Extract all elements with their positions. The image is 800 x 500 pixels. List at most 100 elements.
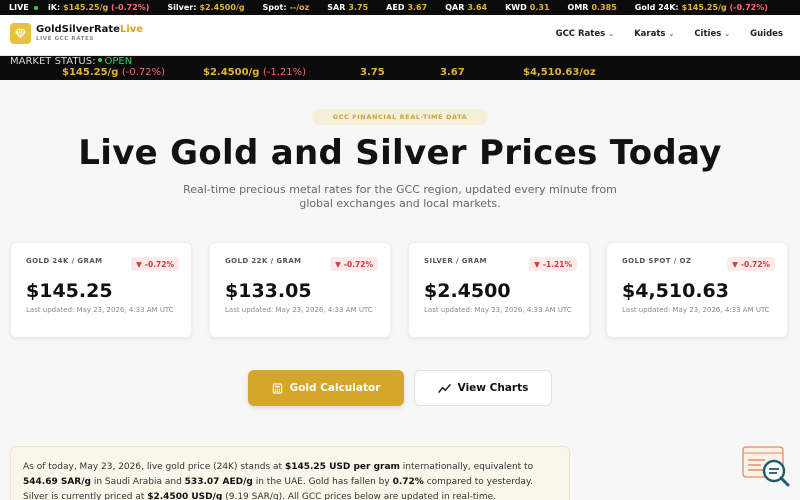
market-aed: 3.67 xyxy=(440,67,465,78)
nav-item-karats[interactable]: Karats ⌄ xyxy=(634,29,674,39)
price-change-value: -0.72% xyxy=(740,259,770,269)
ticker-item: QAR 3.64 xyxy=(445,3,487,12)
ticker-item: Spot: --/oz xyxy=(263,3,310,12)
ticker-item: OMR 0.385 xyxy=(568,3,617,12)
summary-bold-2: 544.69 SAR/g xyxy=(23,477,91,487)
market-silver-change: (-1.21%) xyxy=(262,67,307,78)
market-status: MARKET STATUS: OPEN xyxy=(10,56,132,67)
summary-text-3: in Saudi Arabia and xyxy=(90,477,185,487)
trend-line-icon xyxy=(437,383,451,393)
market-gold-value: $145.25/g xyxy=(62,67,119,78)
ticker-item-change: (-0.72%) xyxy=(111,3,150,12)
market-gold-change: (-0.72%) xyxy=(121,67,166,78)
market-spot: $4,510.63/oz xyxy=(523,67,596,78)
gold-calculator-button[interactable]: Gold Calculator xyxy=(248,370,404,406)
price-card: GOLD 24K / GRAM ▼ -0.72% $145.25 Last update… xyxy=(10,242,192,338)
nav-item-label: Cities xyxy=(694,29,722,39)
price-change-badge: ▼ -1.21% xyxy=(529,257,577,271)
ticker-item-value: $145.25/g xyxy=(63,3,109,12)
ticker-item-value: $2.4500/g xyxy=(199,3,245,12)
market-silver: $2.4500/g (-1.21%) xyxy=(203,67,306,78)
price-card-title: SILVER / GRAM xyxy=(424,257,487,265)
ticker-item-key: OMR xyxy=(567,3,589,12)
price-card-value: $133.05 xyxy=(225,280,312,302)
nav-item-cities[interactable]: Cities ⌄ xyxy=(694,29,730,39)
summary-bold-4: 0.72% xyxy=(392,477,424,487)
nav-item-gcc-rates[interactable]: GCC Rates ⌄ xyxy=(556,29,614,39)
summary-bold-1: $145.25 USD per gram xyxy=(284,462,400,472)
ticker-item-key: Spot: xyxy=(262,3,287,12)
ticker-item-key: AED xyxy=(386,3,405,12)
nav-item-label: GCC Rates xyxy=(555,29,606,39)
nav-item-label: Guides xyxy=(750,29,783,39)
brand-main: GoldSilverRate xyxy=(36,24,120,35)
ticker-item: KWD 0.31 xyxy=(505,3,549,12)
main-nav: GCC Rates ⌄ Karats ⌄ Cities ⌄ Guides xyxy=(556,29,783,39)
gold-calculator-label: Gold Calculator xyxy=(289,382,381,394)
ticker-item: iK: $145.25/g (-0.72%) xyxy=(48,3,149,12)
price-change-badge: ▼ -0.72% xyxy=(727,257,775,271)
nav-item-label: Karats xyxy=(634,29,666,39)
ticker-item-value: 0.385 xyxy=(591,3,617,12)
brand-name: GoldSilverRateLive xyxy=(36,24,143,35)
price-change-value: -0.72% xyxy=(343,259,373,269)
summary-text-6: (9.19 SAR/g). All GCC prices below are u… xyxy=(222,492,497,500)
price-card-updated: Last updated: May 23, 2026, 4:33 AM UTC xyxy=(622,306,770,314)
down-arrow-icon: ▼ xyxy=(732,259,738,269)
summary-bold-3: 533.07 AED/g xyxy=(184,477,253,487)
ticker-item: Gold 24K: $145.25/g (-0.72%) xyxy=(635,3,768,12)
ticker-item: AED 3.67 xyxy=(386,3,427,12)
ticker-item-key: Gold 24K: xyxy=(634,3,679,12)
market-status-value: OPEN xyxy=(104,56,133,67)
price-change-badge: ▼ -0.72% xyxy=(330,257,378,271)
live-indicator: LIVE xyxy=(0,3,48,12)
price-card-updated: Last updated: May 23, 2026, 4:33 AM UTC xyxy=(424,306,572,314)
floating-search-widget-icon[interactable] xyxy=(741,445,791,489)
price-card: GOLD SPOT / OZ ▼ -0.72% $4,510.63 Last updat… xyxy=(606,242,788,338)
hero-description: Real-time precious metal rates for the G… xyxy=(183,183,617,210)
ticker-item-key: QAR xyxy=(445,3,465,12)
brand-accent: Live xyxy=(119,24,144,35)
summary-text-1: As of today, May 23, 2026, live gold pri… xyxy=(23,462,285,472)
market-status-label: MARKET STATUS: xyxy=(10,56,96,67)
price-card-updated: Last updated: May 23, 2026, 4:33 AM UTC xyxy=(26,306,174,314)
market-status-bar: MARKET STATUS: OPEN $145.25/g (-0.72%) $2… xyxy=(0,56,800,80)
nav-item-guides[interactable]: Guides xyxy=(750,29,783,39)
status-dot-icon xyxy=(98,58,103,62)
price-card-value: $4,510.63 xyxy=(622,280,729,302)
chevron-down-icon: ⌄ xyxy=(668,30,675,38)
summary-text-2: internationally, equivalent to xyxy=(399,462,534,472)
ticker-item-value: --/oz xyxy=(289,3,310,12)
market-silver-value: $2.4500/g xyxy=(203,67,260,78)
price-card-title: GOLD 22K / GRAM xyxy=(225,257,302,265)
price-card: GOLD 22K / GRAM ▼ -0.72% $133.05 Last update… xyxy=(209,242,391,338)
calculator-icon xyxy=(272,382,282,394)
ticker-items: iK: $145.25/g (-0.72%) Silver: $2.4500/g Spo… xyxy=(48,3,786,12)
summary-bold-5: $2.4500 USD/g xyxy=(147,492,223,500)
down-arrow-icon: ▼ xyxy=(534,259,540,269)
ticker-item-key: Silver: xyxy=(167,3,197,12)
price-card: SILVER / GRAM ▼ -1.21% $2.4500 Last updated:… xyxy=(408,242,590,338)
ticker-item: SAR 3.75 xyxy=(327,3,368,12)
live-dot-icon xyxy=(33,5,38,10)
brand-subtitle: LIVE GCC RATES xyxy=(36,36,94,42)
ticker-item-value: 3.67 xyxy=(407,3,428,12)
market-gold: $145.25/g (-0.72%) xyxy=(62,67,165,78)
price-card-value: $2.4500 xyxy=(424,280,511,302)
market-summary: As of today, May 23, 2026, live gold pri… xyxy=(10,446,570,500)
down-arrow-icon: ▼ xyxy=(136,259,142,269)
price-card-title: GOLD SPOT / OZ xyxy=(622,257,692,265)
logo-diamond-icon[interactable] xyxy=(10,23,31,44)
ticker-item: Silver: $2.4500/g xyxy=(167,3,244,12)
ticker-item-key: SAR xyxy=(327,3,346,12)
view-charts-button[interactable]: View Charts xyxy=(414,370,552,406)
price-change-value: -0.72% xyxy=(144,259,174,269)
site-header: GoldSilverRateLive LIVE GCC RATES GCC Ra… xyxy=(0,15,800,56)
chevron-down-icon: ⌄ xyxy=(724,30,731,38)
price-card-title: GOLD 24K / GRAM xyxy=(26,257,103,265)
brand[interactable]: GoldSilverRateLive LIVE GCC RATES xyxy=(36,24,143,42)
ticker-item-value: 3.64 xyxy=(467,3,488,12)
down-arrow-icon: ▼ xyxy=(335,259,341,269)
market-sar: 3.75 xyxy=(360,67,385,78)
price-card-updated: Last updated: May 23, 2026, 4:33 AM UTC xyxy=(225,306,373,314)
